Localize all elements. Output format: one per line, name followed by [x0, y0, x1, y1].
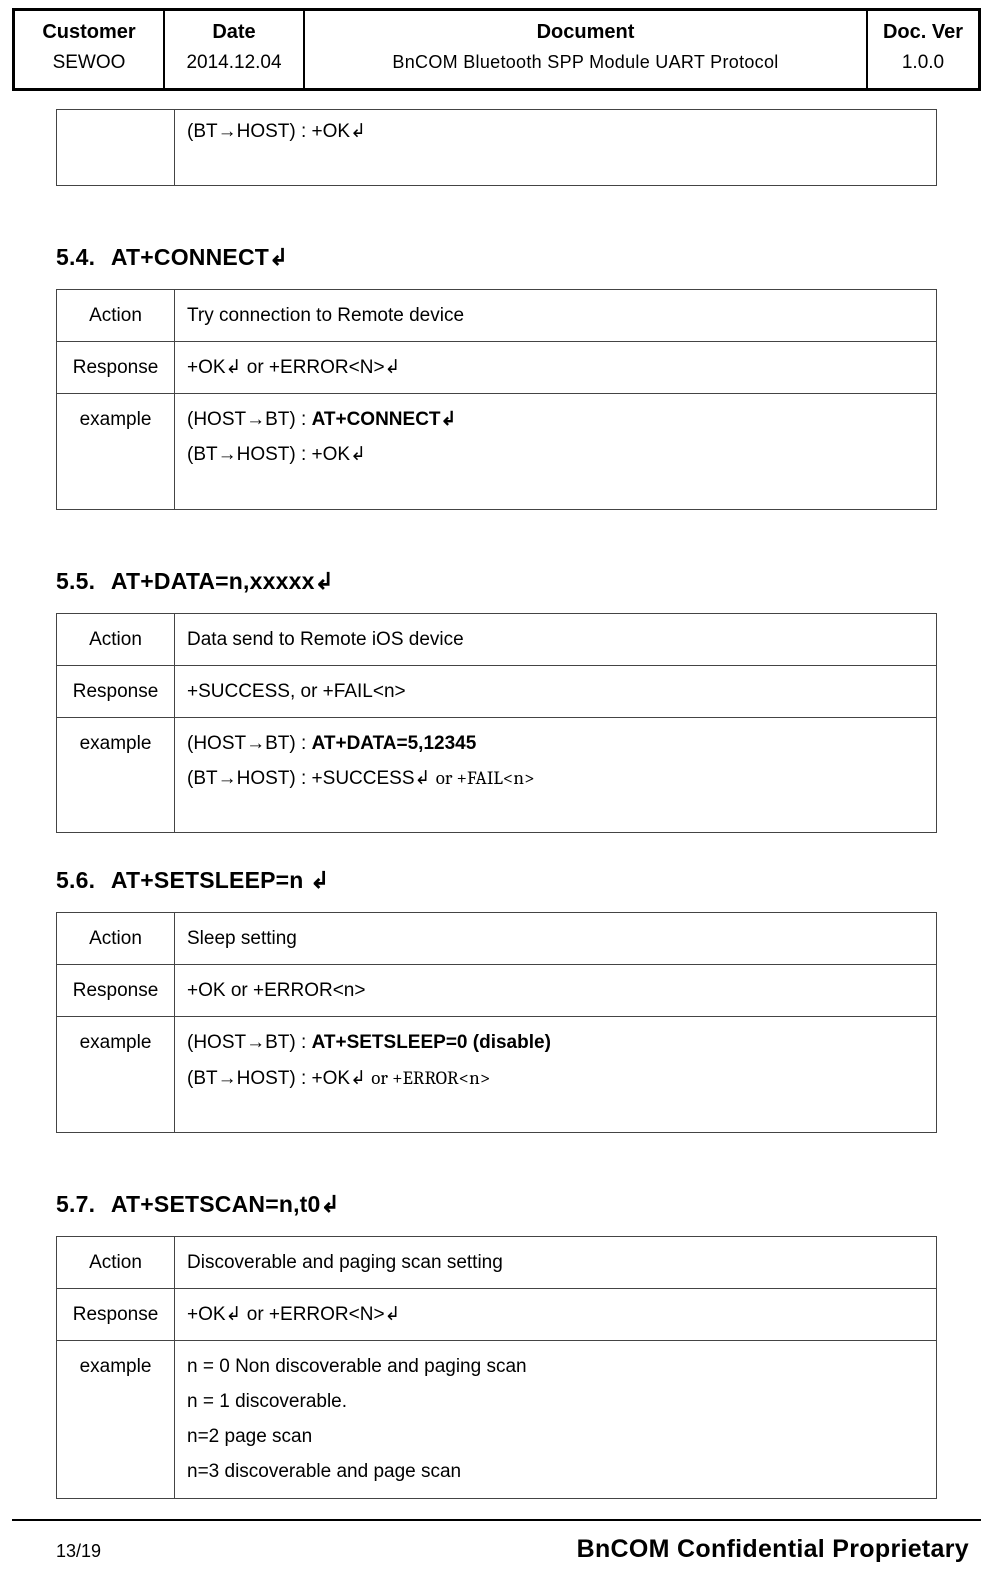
example-line1-command: AT+DATA=5,12345 — [312, 733, 477, 754]
response-key: Response — [57, 965, 175, 1017]
header-document-col: Document BnCOM Bluetooth SPP Module UART… — [305, 11, 868, 88]
header-document-label: Document — [313, 21, 858, 44]
action-value: Data send to Remote iOS device — [175, 613, 937, 665]
table-row: Action Discoverable and paging scan sett… — [57, 1236, 937, 1288]
header-customer-col: Customer SEWOO — [15, 11, 165, 88]
example-line4: n=3 discoverable and page scan — [187, 1461, 461, 1482]
response-key: Response — [57, 665, 175, 717]
table-row: Response +SUCCESS, or +FAIL<n> — [57, 665, 937, 717]
table-row: example (HOST→BT) : AT+SETSLEEP=0 (disab… — [57, 1017, 937, 1132]
example-line2a: (BT→HOST) : +OK↲ — [187, 1068, 371, 1089]
table-5-5: Action Data send to Remote iOS device Re… — [56, 613, 937, 834]
example-key: example — [57, 1340, 175, 1498]
example-key: example — [57, 717, 175, 832]
table-row: example n = 0 Non discoverable and pagin… — [57, 1340, 937, 1498]
doc-header: Customer SEWOO Date 2014.12.04 Document … — [12, 8, 981, 91]
table-row: (BT→HOST) : +OK↲ — [57, 110, 937, 186]
example-value: (HOST→BT) : AT+CONNECT↲ (BT→HOST) : +OK↲ — [175, 394, 937, 509]
example-value: (HOST→BT) : AT+SETSLEEP=0 (disable) (BT→… — [175, 1017, 937, 1132]
response-key: Response — [57, 1288, 175, 1340]
section-number: 5.4. — [56, 244, 95, 271]
section-5-6-heading: 5.6. AT+SETSLEEP=n ↲ — [56, 867, 937, 894]
example-line1: n = 0 Non discoverable and paging scan — [187, 1356, 527, 1377]
action-key: Action — [57, 613, 175, 665]
table-row: Response +OK↲ or +ERROR<N>↲ — [57, 1288, 937, 1340]
response-value: +OK↲ or +ERROR<N>↲ — [175, 342, 937, 394]
response-value: +SUCCESS, or +FAIL<n> — [175, 665, 937, 717]
orphan-continuation-table: (BT→HOST) : +OK↲ — [56, 109, 937, 186]
example-line2: n = 1 discoverable. — [187, 1391, 347, 1412]
section-5-7-heading: 5.7. AT+SETSCAN=n,t0↲ — [56, 1191, 937, 1218]
example-line2a: (BT→HOST) : +SUCCESS↲ — [187, 768, 436, 789]
example-key: example — [57, 1017, 175, 1132]
section-title: AT+DATA=n,xxxxx↲ — [111, 568, 334, 594]
example-line2b: or +ERROR<n> — [371, 1067, 490, 1089]
table-5-4: Action Try connection to Remote device R… — [56, 289, 937, 510]
table-row: Action Data send to Remote iOS device — [57, 613, 937, 665]
table-row: Response +OK or +ERROR<n> — [57, 965, 937, 1017]
header-customer-value: SEWOO — [23, 52, 155, 74]
orphan-value-cell: (BT→HOST) : +OK↲ — [175, 110, 937, 186]
section-title: AT+CONNECT↲ — [111, 244, 289, 270]
action-key: Action — [57, 1236, 175, 1288]
example-line1-command: AT+SETSLEEP=0 (disable) — [312, 1032, 551, 1053]
header-customer-label: Customer — [23, 21, 155, 44]
example-value: (HOST→BT) : AT+DATA=5,12345 (BT→HOST) : … — [175, 717, 937, 832]
footer: 13/19 BnCOM Confidential Proprietary — [0, 1521, 993, 1580]
action-value: Sleep setting — [175, 913, 937, 965]
action-value: Try connection to Remote device — [175, 290, 937, 342]
example-line2: (BT→HOST) : +OK↲ — [187, 444, 366, 465]
table-5-7: Action Discoverable and paging scan sett… — [56, 1236, 937, 1499]
header-date-label: Date — [173, 21, 295, 44]
confidential-notice: BnCOM Confidential Proprietary — [577, 1535, 969, 1564]
action-key: Action — [57, 290, 175, 342]
header-ver-label: Doc. Ver — [876, 21, 970, 44]
example-value: n = 0 Non discoverable and paging scan n… — [175, 1340, 937, 1498]
page-number: 13/19 — [56, 1541, 101, 1562]
example-line1-prefix: (HOST→BT) : — [187, 409, 312, 430]
response-value: +OK or +ERROR<n> — [175, 965, 937, 1017]
section-5-5-heading: 5.5. AT+DATA=n,xxxxx↲ — [56, 568, 937, 595]
section-number: 5.6. — [56, 867, 95, 894]
section-number: 5.7. — [56, 1191, 95, 1218]
header-date-col: Date 2014.12.04 — [165, 11, 305, 88]
example-line1-prefix: (HOST→BT) : — [187, 1032, 312, 1053]
orphan-empty-cell — [57, 110, 175, 186]
example-key: example — [57, 394, 175, 509]
example-line2b: or +FAIL<n> — [436, 767, 535, 789]
header-ver-col: Doc. Ver 1.0.0 — [868, 11, 978, 88]
section-title: AT+SETSLEEP=n ↲ — [111, 867, 330, 893]
section-title: AT+SETSCAN=n,t0↲ — [111, 1191, 340, 1217]
table-row: Action Try connection to Remote device — [57, 290, 937, 342]
response-value: +OK↲ or +ERROR<N>↲ — [175, 1288, 937, 1340]
table-5-6: Action Sleep setting Response +OK or +ER… — [56, 912, 937, 1133]
table-row: Response +OK↲ or +ERROR<N>↲ — [57, 342, 937, 394]
section-number: 5.5. — [56, 568, 95, 595]
table-row: example (HOST→BT) : AT+CONNECT↲ (BT→HOST… — [57, 394, 937, 509]
action-key: Action — [57, 913, 175, 965]
action-value: Discoverable and paging scan setting — [175, 1236, 937, 1288]
header-date-value: 2014.12.04 — [173, 52, 295, 74]
example-line3: n=2 page scan — [187, 1426, 312, 1447]
table-row: Action Sleep setting — [57, 913, 937, 965]
table-row: example (HOST→BT) : AT+DATA=5,12345 (BT→… — [57, 717, 937, 832]
section-5-4-heading: 5.4. AT+CONNECT↲ — [56, 244, 937, 271]
header-ver-value: 1.0.0 — [876, 52, 970, 74]
page: Customer SEWOO Date 2014.12.04 Document … — [0, 8, 993, 1584]
response-key: Response — [57, 342, 175, 394]
header-document-value: BnCOM Bluetooth SPP Module UART Protocol — [313, 52, 858, 73]
example-line1-prefix: (HOST→BT) : — [187, 733, 312, 754]
content-area: (BT→HOST) : +OK↲ 5.4. AT+CONNECT↲ Action… — [0, 109, 993, 1499]
example-line1-command: AT+CONNECT↲ — [312, 409, 457, 430]
